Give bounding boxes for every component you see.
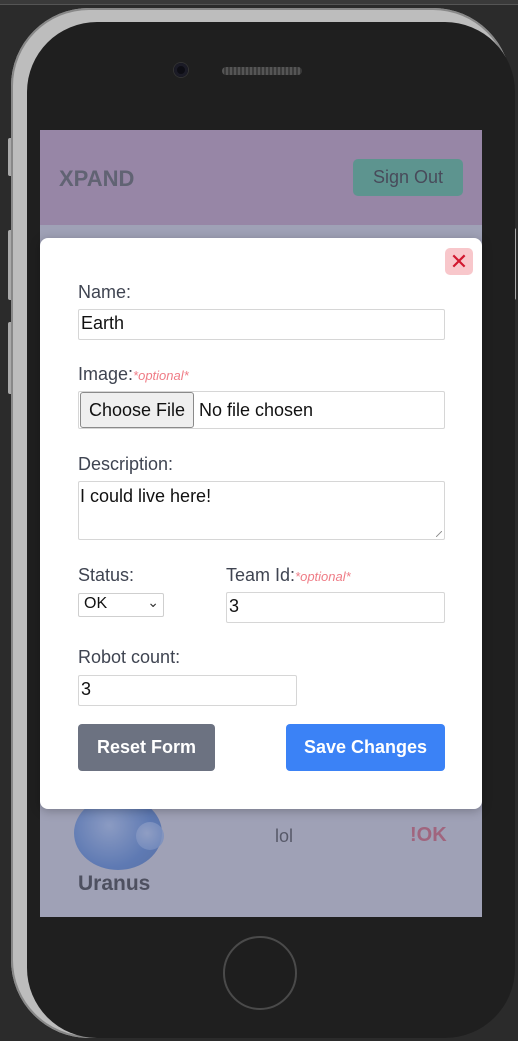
status-label: Status: (78, 565, 135, 585)
home-button[interactable] (223, 936, 297, 1010)
edit-planet-modal: ✕ Name: Earth Image:*optional* Choose Fi… (40, 238, 482, 809)
camera-icon (174, 63, 188, 77)
speaker-grille (222, 67, 302, 75)
no-file-chosen-text: No file chosen (199, 400, 314, 420)
description-textarea[interactable]: I could live here! (78, 481, 445, 540)
choose-file-button[interactable]: Choose File (80, 392, 194, 428)
team-id-optional-note: *optional* (295, 569, 351, 584)
robot-count-input[interactable]: 3 (78, 675, 297, 706)
name-label: Name: (78, 282, 132, 302)
status-select-value: OK (84, 595, 108, 612)
resize-handle[interactable] (436, 531, 442, 537)
image-optional-note: *optional* (133, 368, 189, 383)
image-label: Image: (78, 364, 134, 384)
chevron-down-icon: ⌄ (147, 594, 159, 610)
image-label-row: Image:*optional* (78, 364, 189, 385)
status-select[interactable]: OK ⌄ (78, 593, 164, 617)
name-input[interactable]: Earth (78, 309, 445, 340)
team-id-label-row: Team Id:*optional* (226, 565, 351, 586)
team-id-label: Team Id: (226, 565, 296, 585)
top-ruler (0, 0, 518, 5)
close-icon[interactable]: ✕ (445, 248, 473, 275)
robot-count-label: Robot count: (78, 647, 181, 667)
description-value: I could live here! (80, 486, 212, 506)
reset-form-button[interactable]: Reset Form (78, 724, 215, 771)
team-id-input[interactable]: 3 (226, 592, 445, 623)
description-label: Description: (78, 454, 174, 474)
save-changes-button[interactable]: Save Changes (286, 724, 445, 771)
